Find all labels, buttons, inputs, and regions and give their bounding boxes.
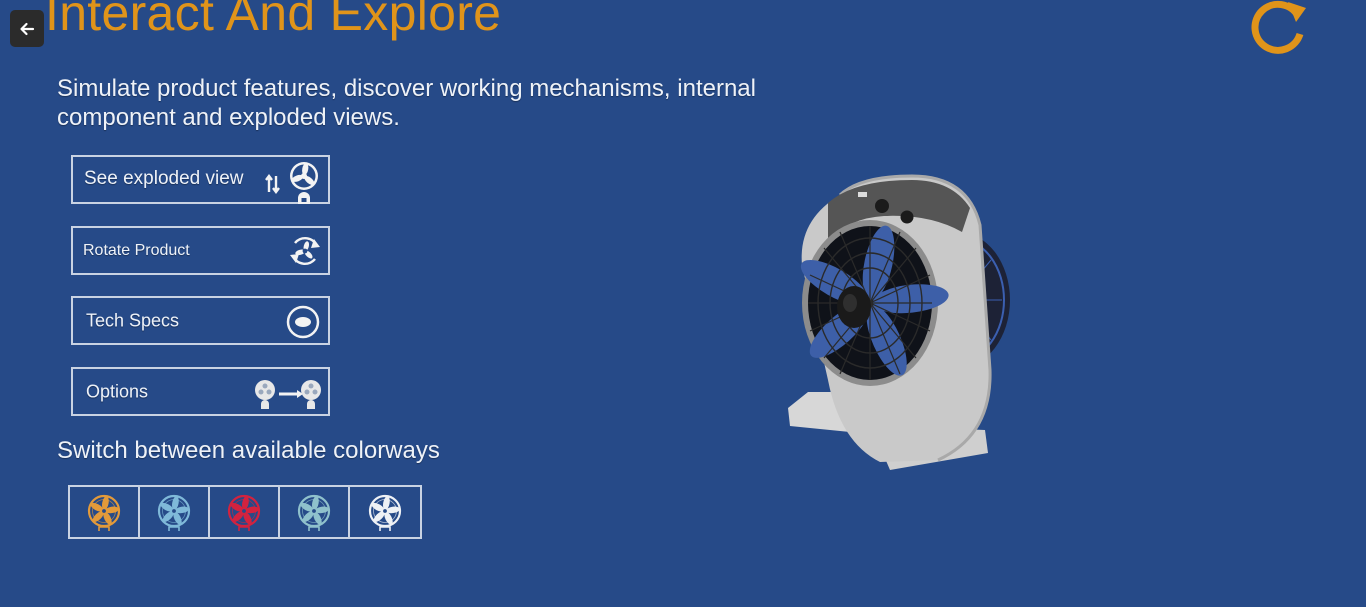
fan-teal-icon (297, 494, 331, 531)
tech-specs-icon (286, 305, 320, 339)
exploded-view-button[interactable]: See exploded view (71, 155, 330, 204)
product-viewer[interactable] (780, 170, 1020, 480)
fan-light-blue-icon (157, 494, 191, 531)
colorway-swatch-white[interactable] (350, 487, 420, 537)
exploded-view-icon (265, 162, 318, 204)
arrow-left-icon (20, 22, 35, 35)
colorway-selector (68, 485, 422, 539)
refresh-icon (1251, 0, 1306, 54)
reset-button[interactable] (1244, 0, 1310, 58)
colorway-swatch-light-blue[interactable] (140, 487, 210, 537)
back-button[interactable] (10, 10, 44, 47)
options-button[interactable]: Options (71, 367, 330, 416)
intro-text: Simulate product features, discover work… (57, 75, 756, 131)
fan-orange-icon (87, 494, 121, 531)
tech-specs-button[interactable]: Tech Specs (71, 296, 330, 345)
fan-red-icon (227, 494, 261, 531)
rotate-product-label: Rotate Product (83, 241, 190, 259)
exploded-view-label: See exploded view (84, 168, 244, 189)
colorways-heading: Switch between available colorways (57, 437, 440, 464)
colorway-swatch-orange[interactable] (70, 487, 140, 537)
tech-specs-label: Tech Specs (86, 310, 180, 330)
rotate-product-icon (290, 236, 320, 266)
colorway-swatch-red[interactable] (210, 487, 280, 537)
options-icon (255, 380, 321, 409)
rotate-product-button[interactable]: Rotate Product (71, 226, 330, 275)
colorway-swatch-teal[interactable] (280, 487, 350, 537)
page-title: Interact And Explore (45, 0, 502, 41)
options-label: Options (86, 381, 149, 401)
fan-white-icon (368, 494, 402, 531)
